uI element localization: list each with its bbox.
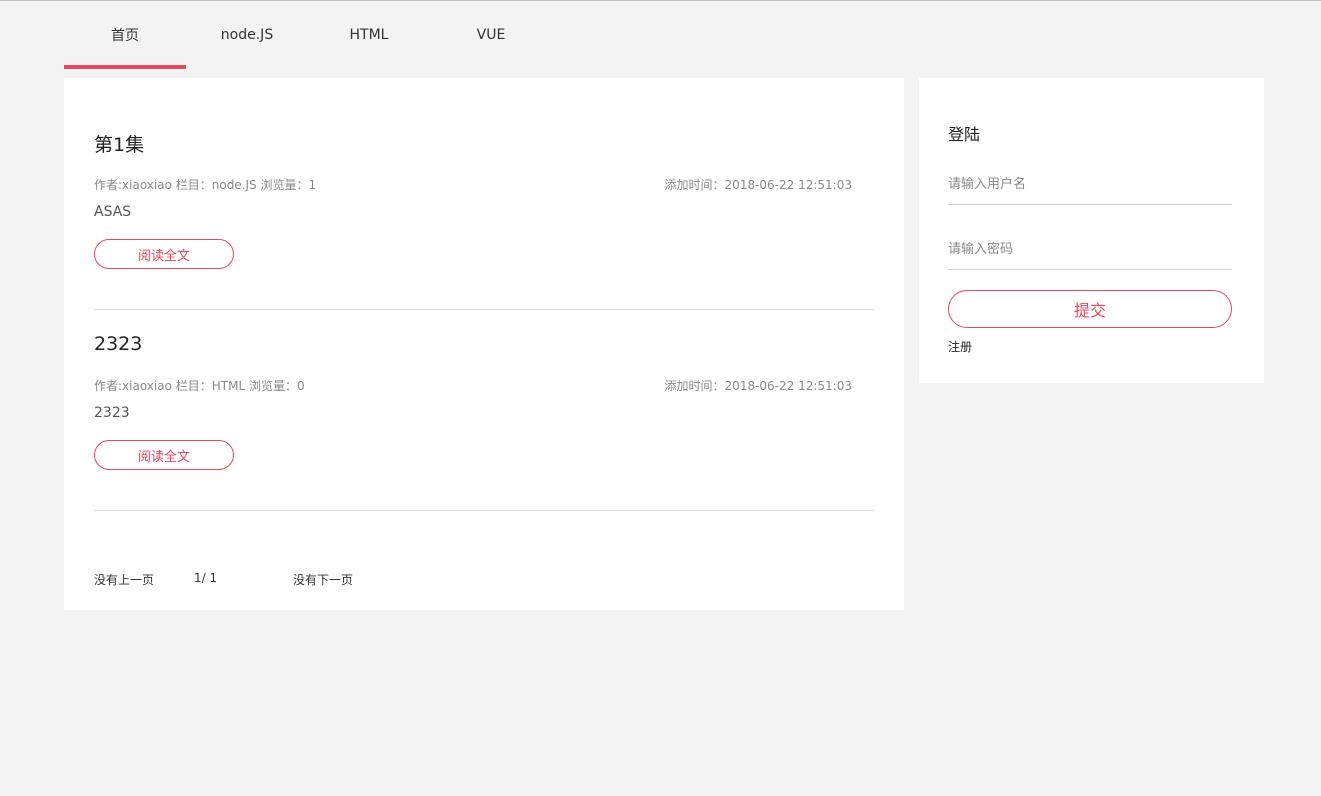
article-title: 2323: [94, 333, 143, 355]
article-title: 第1集: [94, 134, 145, 156]
page-indicator: 1/ 1: [194, 571, 218, 585]
submit-button[interactable]: 提交: [948, 290, 1232, 328]
login-title: 登陆: [948, 125, 981, 144]
nav-tab-vue[interactable]: VUE: [430, 1, 552, 69]
article-summary: ASAS: [94, 204, 132, 220]
read-more-button[interactable]: 阅读全文: [94, 239, 234, 269]
article-added-time: 添加时间：2018-06-22 12:51:03: [664, 178, 852, 192]
article-list-panel: 第1集 作者:xiaoxiao 栏目：node.JS 浏览量：1 添加时间：20…: [64, 78, 904, 610]
prev-page-link[interactable]: 没有上一页: [94, 571, 154, 588]
article-added-time: 添加时间：2018-06-22 12:51:03: [664, 379, 852, 393]
register-link[interactable]: 注册: [948, 338, 972, 355]
article-meta: 作者:xiaoxiao 栏目：HTML 浏览量：0 添加时间：2018-06-2…: [94, 377, 852, 394]
next-page-link[interactable]: 没有下一页: [293, 571, 353, 588]
password-input[interactable]: [948, 229, 1232, 270]
nav-tab-html[interactable]: HTML: [308, 1, 430, 69]
nav-tab-home[interactable]: 首页: [64, 1, 186, 69]
article-meta-info: 作者:xiaoxiao 栏目：HTML 浏览量：0: [94, 379, 305, 393]
top-nav: 首页 node.JS HTML VUE: [64, 1, 552, 69]
article-meta: 作者:xiaoxiao 栏目：node.JS 浏览量：1 添加时间：2018-0…: [94, 176, 852, 193]
login-panel: 登陆 提交 注册: [919, 78, 1264, 383]
read-more-button[interactable]: 阅读全文: [94, 440, 234, 470]
article-item: 第1集 作者:xiaoxiao 栏目：node.JS 浏览量：1 添加时间：20…: [94, 78, 874, 310]
article-meta-info: 作者:xiaoxiao 栏目：node.JS 浏览量：1: [94, 178, 317, 192]
article-summary: 2323: [94, 405, 130, 421]
nav-tab-nodejs[interactable]: node.JS: [186, 1, 308, 69]
username-input[interactable]: [948, 164, 1232, 205]
article-item: 2323 作者:xiaoxiao 栏目：HTML 浏览量：0 添加时间：2018…: [94, 309, 874, 511]
